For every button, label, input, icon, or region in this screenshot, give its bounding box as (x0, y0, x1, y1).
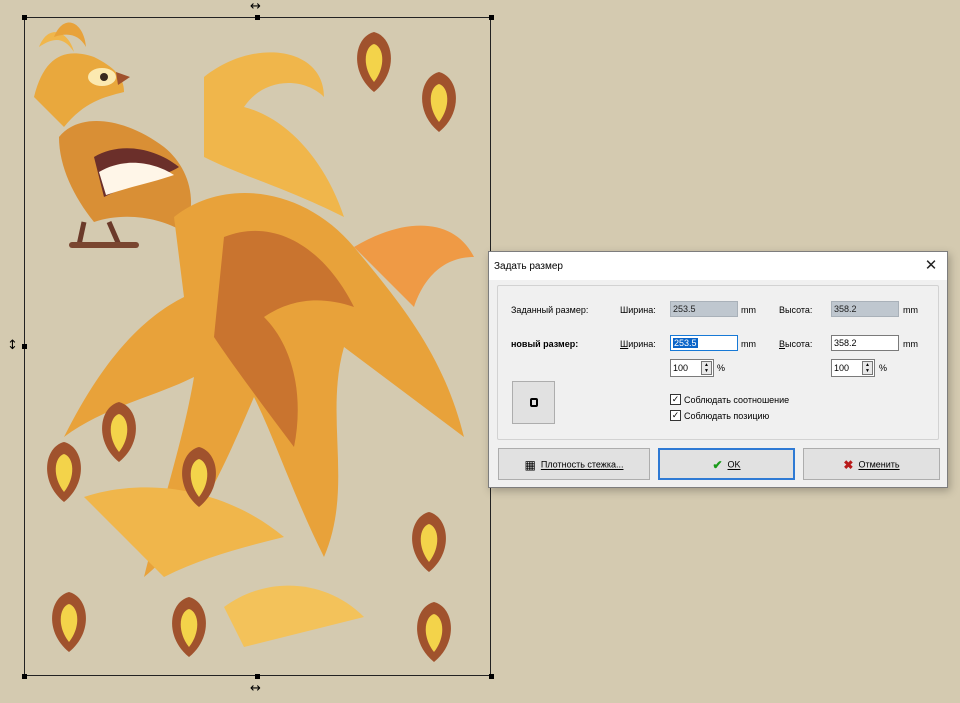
resize-handle-bottom-left[interactable] (22, 674, 27, 679)
x-icon: ✖ (843, 457, 854, 472)
width-percent-unit: % (717, 363, 726, 373)
given-width-unit: mm (741, 305, 756, 315)
spin-down-icon[interactable]: ▼ (863, 368, 872, 374)
given-width-label: Ширина: (620, 305, 656, 315)
new-size-label: новый размер: (511, 339, 579, 349)
keep-ratio-checkbox[interactable]: ✓ (670, 394, 681, 405)
given-height-field: 358.2 (831, 301, 899, 317)
resize-handle-top-right[interactable] (489, 15, 494, 20)
ok-button[interactable]: ✔ OK (658, 448, 795, 480)
new-height-input[interactable]: 358.2 (831, 335, 899, 351)
ok-label: OK (727, 459, 741, 470)
set-size-dialog: Задать размер ✕ Заданный размер: Ширина:… (488, 251, 948, 488)
resize-handle-left[interactable] (22, 344, 27, 349)
new-height-label: Высота: (779, 339, 813, 349)
resize-handle-top-left[interactable] (22, 15, 27, 20)
vertical-resize-icon[interactable]: ↕ (7, 339, 18, 352)
width-percent-spin-buttons[interactable]: ▲ ▼ (701, 361, 712, 375)
width-percent-stepper[interactable]: 100 ▲ ▼ (670, 359, 714, 377)
given-width-field: 253.5 (670, 301, 738, 317)
checkmark-icon: ✔ (712, 457, 723, 472)
horizontal-resize-icon[interactable]: ↔ (250, 0, 261, 13)
new-width-input[interactable]: 253.5 (670, 335, 738, 351)
horizontal-resize-icon-bottom[interactable]: ↔ (250, 682, 261, 695)
size-groupbox: Заданный размер: Ширина: 253.5 mm Высота… (497, 285, 939, 440)
keep-ratio-label[interactable]: Соблюдать соотношение (684, 395, 789, 405)
dialog-titlebar[interactable]: Задать размер ✕ (489, 252, 947, 280)
resize-handle-bottom[interactable] (255, 674, 260, 679)
height-percent-unit: % (879, 363, 888, 373)
given-height-label: Высота: (779, 305, 813, 315)
keep-position-checkbox[interactable]: ✓ (670, 410, 681, 421)
cancel-label: Отменить (858, 459, 900, 470)
keep-position-label[interactable]: Соблюдать позицию (684, 411, 769, 421)
given-height-unit: mm (903, 305, 918, 315)
calculator-icon: ▦ (524, 457, 536, 472)
width-percent-value: 100 (673, 363, 689, 373)
resize-handle-bottom-right[interactable] (489, 674, 494, 679)
height-percent-value: 100 (834, 363, 850, 373)
spin-down-icon[interactable]: ▼ (702, 368, 711, 374)
selection-frame (24, 17, 491, 676)
dialog-title: Задать размер (494, 261, 563, 272)
resize-handle-top[interactable] (255, 15, 260, 20)
close-icon[interactable]: ✕ (921, 256, 941, 276)
outline-square-icon-button[interactable] (512, 381, 555, 424)
height-percent-spin-buttons[interactable]: ▲ ▼ (862, 361, 873, 375)
new-width-value: 253.5 (673, 338, 698, 348)
stitch-density-button[interactable]: ▦ Плотность стежка... (498, 448, 650, 480)
new-width-label: Ширина: (620, 339, 656, 349)
height-percent-stepper[interactable]: 100 ▲ ▼ (831, 359, 875, 377)
new-width-unit: mm (741, 339, 756, 349)
stitch-density-label: Плотность стежка... (540, 459, 624, 470)
cancel-button[interactable]: ✖ Отменить (803, 448, 940, 480)
outline-square-icon (530, 398, 538, 407)
given-size-label: Заданный размер: (511, 305, 589, 315)
new-height-unit: mm (903, 339, 918, 349)
